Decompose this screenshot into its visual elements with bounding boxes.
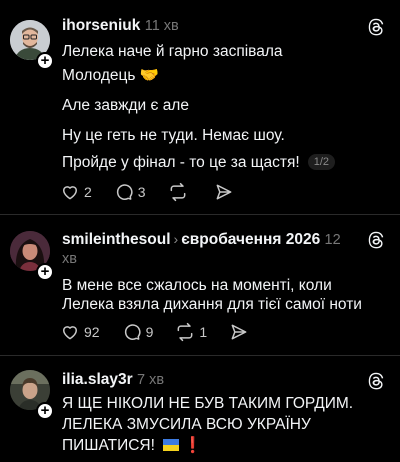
post-text-line: Ну це геть не туди. Немає шоу. [62,127,285,144]
post-header: ilia.slay3r 7 хв [62,370,164,390]
chevron-right-icon: › [173,231,179,247]
page-indicator[interactable]: 1/2 [307,154,335,170]
post-text-line: Але завжди є але [62,97,189,114]
heart-icon [63,186,77,200]
comment-icon [116,184,133,200]
exclamation-emoji: ❗ [183,437,203,454]
post-smileinthesoul: + smileinthesoul › євробачення 2026 12 хв … [0,215,400,355]
username[interactable]: ihorseniuk [62,17,140,34]
post-text-line: Лелека взяла дихання для тієї самої ноти [62,296,362,313]
post-ihorseniuk: + ihorseniuk 11 хв Лелека наче й гарно з… [0,0,400,215]
repost-button[interactable] [168,182,192,202]
timestamp-continued: хв [62,251,77,267]
reply-count: 9 [145,324,154,340]
post-text-last-line: Пройде у фінал - то це за щастя! 1/2 [62,153,335,173]
comment-icon [124,324,141,340]
threads-logo-icon[interactable] [366,16,386,38]
follow-plus-icon[interactable]: + [36,402,54,420]
timestamp: 7 хв [136,372,165,388]
threads-logo-icon[interactable] [366,370,386,392]
post-text-line: Я ЩЕ НІКОЛИ НЕ БУВ ТАКИМ ГОРДИМ. [62,395,354,412]
post-text-line: ЛЕЛЕКА ЗМУСИЛА ВСЮ УКРАЇНУ [62,416,311,433]
reply-button[interactable]: 3 [114,182,146,202]
repost-icon [170,182,186,202]
share-button[interactable] [214,182,238,202]
topic-tag[interactable]: євробачення 2026 [181,231,320,248]
timestamp: 11 хв [144,18,179,34]
post-text: Пройде у фінал - то це за щастя! [62,154,300,171]
like-button[interactable]: 2 [60,182,92,202]
share-button[interactable] [229,322,253,342]
heart-icon [63,326,77,340]
repost-count: 1 [199,324,208,340]
post-actions: 92 9 1 [60,321,275,343]
post-text-line: Лелека наче й гарно заспівала [62,43,283,60]
post-text-last-line: ПИШАТИСЯ! ❗ [62,436,203,456]
username[interactable]: ilia.slay3r [62,371,133,388]
reply-button[interactable]: 9 [122,322,154,342]
repost-button[interactable]: 1 [175,322,207,342]
timestamp: 12 [324,232,341,248]
post-actions: 2 3 [60,181,260,203]
like-button[interactable]: 92 [60,322,100,342]
threads-logo-icon[interactable] [366,229,386,251]
username[interactable]: smileinthesoul [62,231,171,248]
post-text-line: В мене все сжалось на моменті, коли [62,277,332,294]
send-icon [216,184,232,200]
follow-plus-icon[interactable]: + [36,52,54,70]
post-ilia-slay3r: + ilia.slay3r 7 хв Я ЩЕ НІКОЛИ НЕ БУВ ТА… [0,356,400,462]
send-icon [231,324,247,340]
ukraine-flag-emoji [163,439,180,451]
post-text: ПИШАТИСЯ! [62,437,160,454]
post-header: smileinthesoul › євробачення 2026 12 [62,229,352,250]
like-count: 2 [84,184,92,200]
follow-plus-icon[interactable]: + [36,263,54,281]
repost-icon [177,322,193,342]
reply-count: 3 [137,184,146,200]
post-header: ihorseniuk 11 хв [62,16,179,36]
post-text-line: Молодець 🤝 [62,67,160,84]
like-count: 92 [84,324,100,340]
